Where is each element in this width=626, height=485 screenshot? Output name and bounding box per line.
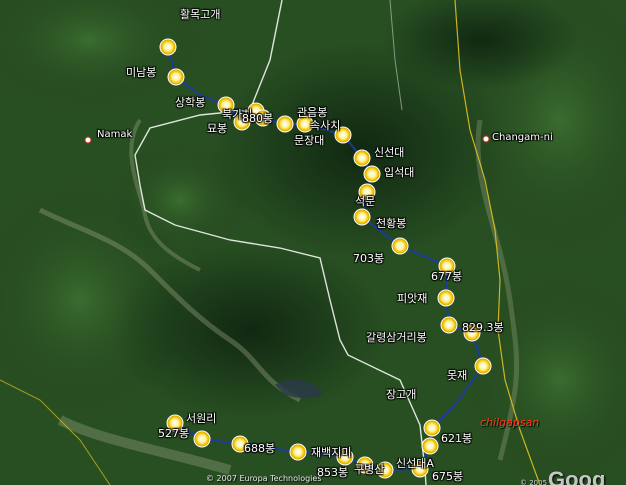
peak-label: 입석대	[384, 166, 415, 179]
peak-marker-hwalmok[interactable]	[159, 38, 177, 56]
peak-label: 703봉	[353, 252, 385, 265]
peak-marker-cheonhwangbong[interactable]	[353, 208, 371, 226]
peak-label: 신선대	[374, 146, 405, 159]
peak-label: 신선대A	[396, 457, 434, 470]
peak-label: 688봉	[244, 442, 276, 455]
peak-marker-galryeong[interactable]	[440, 316, 458, 334]
peak-marker-sinseondae[interactable]	[353, 149, 371, 167]
peak-marker-ipseokdae[interactable]	[363, 165, 381, 183]
map-logo: Goog	[548, 467, 606, 485]
peak-label: 문장대	[294, 134, 325, 147]
town-dot-changam[interactable]	[482, 135, 490, 143]
peak-label: 미남봉	[126, 66, 157, 79]
peak-label: 677봉	[431, 270, 463, 283]
peak-marker-minambong[interactable]	[167, 68, 185, 86]
peak-label: 서원리	[186, 412, 217, 425]
peak-label: 675봉	[432, 470, 464, 483]
satellite-map[interactable]: 활목고개 미남봉 상학봉 북가치 묘봉 880봉 관음봉 속사치 문장대 신선대…	[0, 0, 626, 485]
peak-label: 천황봉	[376, 217, 407, 230]
peak-marker-jaebaek-b[interactable]	[289, 443, 307, 461]
town-dot-namak[interactable]	[84, 136, 92, 144]
peak-label: 재백지미	[311, 446, 352, 459]
peak-marker-gwaneumbong[interactable]	[276, 115, 294, 133]
peak-marker-527[interactable]	[193, 430, 211, 448]
peak-label: 석문	[355, 195, 376, 208]
peak-label: 829.3봉	[462, 321, 504, 334]
town-label-namak: Namak	[97, 129, 133, 140]
peak-label: 장고개	[386, 388, 417, 401]
peak-label: 상학봉	[175, 96, 206, 109]
peak-label: 갈령삼거리봉	[366, 331, 427, 344]
peak-marker-703[interactable]	[391, 237, 409, 255]
peak-label: 속사치	[310, 119, 341, 132]
peak-label: 621봉	[441, 432, 473, 445]
year-mark: © 2005	[520, 479, 548, 485]
attribution-text: © 2007 Europa Technologies	[206, 474, 322, 483]
peak-marker-janggogae[interactable]	[423, 419, 441, 437]
town-label-changam: Changam-ni	[492, 132, 553, 143]
peak-label: 묘봉	[207, 122, 228, 135]
region-label: chilgapsan	[480, 416, 540, 429]
peak-marker-motjae[interactable]	[474, 357, 492, 375]
peak-label: 관음봉	[297, 106, 328, 119]
peak-label: 527봉	[158, 427, 190, 440]
peak-label: 구병산	[354, 463, 385, 476]
peak-marker-piatjae[interactable]	[437, 289, 455, 307]
peak-marker-621[interactable]	[421, 437, 439, 455]
peak-label: 못재	[447, 369, 468, 382]
peak-label: 피앗재	[397, 292, 428, 305]
peak-label: 880봉	[242, 112, 274, 125]
peak-label: 활목고개	[180, 8, 221, 21]
